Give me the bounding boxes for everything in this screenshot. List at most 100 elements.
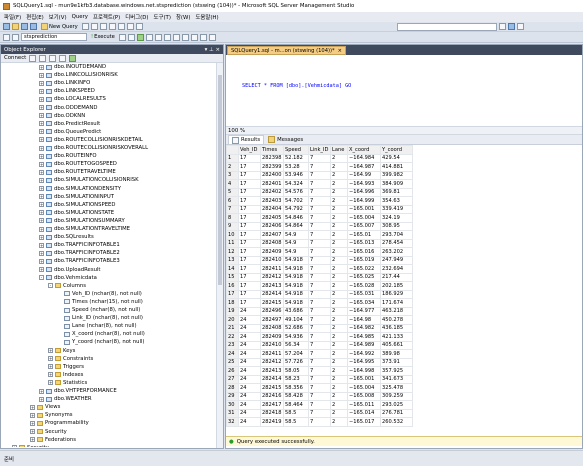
- table-cell[interactable]: −165.01: [347, 230, 381, 240]
- table-cell[interactable]: 324.19: [380, 213, 413, 223]
- table-cell[interactable]: 282410: [260, 340, 284, 350]
- table-row[interactable]: 11 17 282408 54.9 7 2 −165.013 278.454: [226, 238, 413, 248]
- table-cell[interactable]: 2: [330, 196, 348, 206]
- table-cell[interactable]: 24: [238, 306, 261, 316]
- expand-icon[interactable]: +: [39, 161, 44, 167]
- table-cell[interactable]: 399.982: [380, 170, 413, 180]
- tree-node[interactable]: + dbo.INOUTDEMAND: [39, 63, 106, 71]
- table-cell[interactable]: 282403: [260, 196, 284, 206]
- table-cell[interactable]: −164.98: [347, 315, 381, 325]
- tab-close-icon[interactable]: ×: [338, 48, 342, 54]
- column-header-veh-id[interactable]: Veh_ID: [238, 145, 261, 155]
- table-cell[interactable]: 2: [330, 162, 348, 172]
- expand-icon[interactable]: +: [48, 380, 53, 386]
- table-cell[interactable]: 2: [330, 315, 348, 325]
- tree-node[interactable]: Lane (nchar(8), not null): [57, 322, 137, 330]
- expand-icon[interactable]: +: [39, 242, 44, 248]
- properties-icon[interactable]: [507, 23, 515, 30]
- table-cell[interactable]: 282412: [260, 357, 284, 367]
- table-cell[interactable]: 339.419: [380, 204, 413, 214]
- tree-node[interactable]: + dbo.SIMULATIONINPUT: [39, 193, 114, 201]
- debug-icon[interactable]: [118, 33, 126, 41]
- tree-node[interactable]: + dbo.ODKNN: [39, 112, 85, 120]
- tree-node[interactable]: + Federations: [30, 436, 76, 444]
- new-query-button[interactable]: New Query: [39, 23, 80, 31]
- menu-tools[interactable]: 도구(T): [154, 13, 171, 21]
- connect-icon[interactable]: [3, 33, 10, 41]
- table-cell[interactable]: 2: [330, 230, 348, 240]
- table-cell[interactable]: 7: [308, 153, 331, 163]
- table-cell[interactable]: 52.182: [283, 153, 309, 163]
- table-cell[interactable]: 7: [308, 332, 331, 342]
- menu-help[interactable]: 도움말(H): [195, 13, 218, 21]
- tree-node[interactable]: + Synonyms: [30, 411, 73, 419]
- table-cell[interactable]: 43.686: [283, 306, 309, 316]
- table-cell[interactable]: 7: [308, 349, 331, 359]
- table-row[interactable]: 19 24 282496 43.686 7 2 −164.977 463.218: [226, 306, 413, 316]
- table-cell[interactable]: 2: [330, 383, 348, 393]
- table-row[interactable]: 30 24 282417 58.464 7 2 −165.011 293.025: [226, 400, 413, 410]
- table-row[interactable]: 6 17 282403 54.702 7 2 −164.999 354.63: [226, 196, 413, 206]
- table-cell[interactable]: −164.996: [347, 187, 381, 197]
- table-row[interactable]: 9 17 282406 54.864 7 2 −165.007 308.95: [226, 221, 413, 231]
- tree-node[interactable]: - Columns: [48, 282, 86, 290]
- tree-node[interactable]: Times (nchar(15), not null): [57, 298, 143, 306]
- table-cell[interactable]: 282402: [260, 187, 284, 197]
- table-row[interactable]: 2 17 282399 53.28 7 2 −164.987 414.881: [226, 162, 413, 172]
- tree-node[interactable]: X_coord (nchar(8), not null): [57, 330, 145, 338]
- table-cell[interactable]: 7: [308, 400, 331, 410]
- table-cell[interactable]: 54.324: [283, 179, 309, 189]
- table-cell[interactable]: 2: [330, 289, 348, 299]
- table-cell[interactable]: 2: [330, 264, 348, 274]
- table-cell[interactable]: 7: [308, 281, 331, 291]
- table-cell[interactable]: 7: [308, 383, 331, 393]
- table-cell[interactable]: 282413: [260, 281, 284, 291]
- column-header-x-coord[interactable]: X_coord: [347, 145, 381, 155]
- expand-icon[interactable]: +: [39, 137, 44, 143]
- table-cell[interactable]: 282411: [260, 349, 284, 359]
- display-plan-icon[interactable]: [145, 33, 153, 41]
- table-cell[interactable]: 54.918: [283, 264, 309, 274]
- table-cell[interactable]: 17: [238, 213, 261, 223]
- expand-icon[interactable]: +: [39, 267, 44, 273]
- table-row[interactable]: 21 24 282408 52.686 7 2 −164.982 436.185: [226, 323, 413, 333]
- table-row[interactable]: 5 17 282402 54.576 7 2 −164.996 369.81: [226, 187, 413, 197]
- table-cell[interactable]: 357.925: [380, 366, 413, 376]
- expand-icon[interactable]: +: [39, 177, 44, 183]
- table-cell[interactable]: −164.993: [347, 179, 381, 189]
- table-cell[interactable]: −164.977: [347, 306, 381, 316]
- table-cell[interactable]: 2: [330, 204, 348, 214]
- table-cell[interactable]: 24: [238, 357, 261, 367]
- table-cell[interactable]: 7: [308, 162, 331, 172]
- table-cell[interactable]: −164.998: [347, 366, 381, 376]
- table-cell[interactable]: −165.001: [347, 204, 381, 214]
- table-cell[interactable]: −165.007: [347, 221, 381, 231]
- table-cell[interactable]: 58.5: [283, 417, 309, 427]
- table-cell[interactable]: 2: [330, 349, 348, 359]
- table-cell[interactable]: 58.356: [283, 383, 309, 393]
- table-cell[interactable]: 293.704: [380, 230, 413, 240]
- tree-node[interactable]: + Constraints: [48, 355, 93, 363]
- table-cell[interactable]: 17: [238, 298, 261, 308]
- results-to-file-icon[interactable]: [172, 33, 180, 41]
- table-cell[interactable]: 282415: [260, 298, 284, 308]
- tree-node[interactable]: + dbo.SIMULATIONSUMMARY: [39, 217, 125, 225]
- object-explorer-scrollbar[interactable]: [216, 63, 223, 448]
- menu-edit[interactable]: 편집(E): [26, 13, 44, 21]
- table-cell[interactable]: 53.28: [283, 162, 309, 172]
- table-cell[interactable]: −165.017: [347, 417, 381, 427]
- table-cell[interactable]: 17: [238, 264, 261, 274]
- table-cell[interactable]: 263.202: [380, 247, 413, 257]
- table-cell[interactable]: 24: [238, 374, 261, 384]
- table-cell[interactable]: 278.454: [380, 238, 413, 248]
- table-cell[interactable]: 24: [238, 391, 261, 401]
- table-cell[interactable]: 7: [308, 238, 331, 248]
- comment-icon[interactable]: [181, 33, 189, 41]
- table-cell[interactable]: 7: [308, 417, 331, 427]
- tree-node[interactable]: + dbo.SIMULATIONSPEED: [39, 201, 115, 209]
- table-cell[interactable]: 7: [308, 255, 331, 265]
- tree-node[interactable]: + dbo.TRAFFICINFOTABLE2: [39, 249, 120, 257]
- tree-node[interactable]: + dbo.ROUTETOGOSPEED: [39, 160, 117, 168]
- menu-project[interactable]: 프로젝트(P): [93, 13, 120, 21]
- table-cell[interactable]: 24: [238, 315, 261, 325]
